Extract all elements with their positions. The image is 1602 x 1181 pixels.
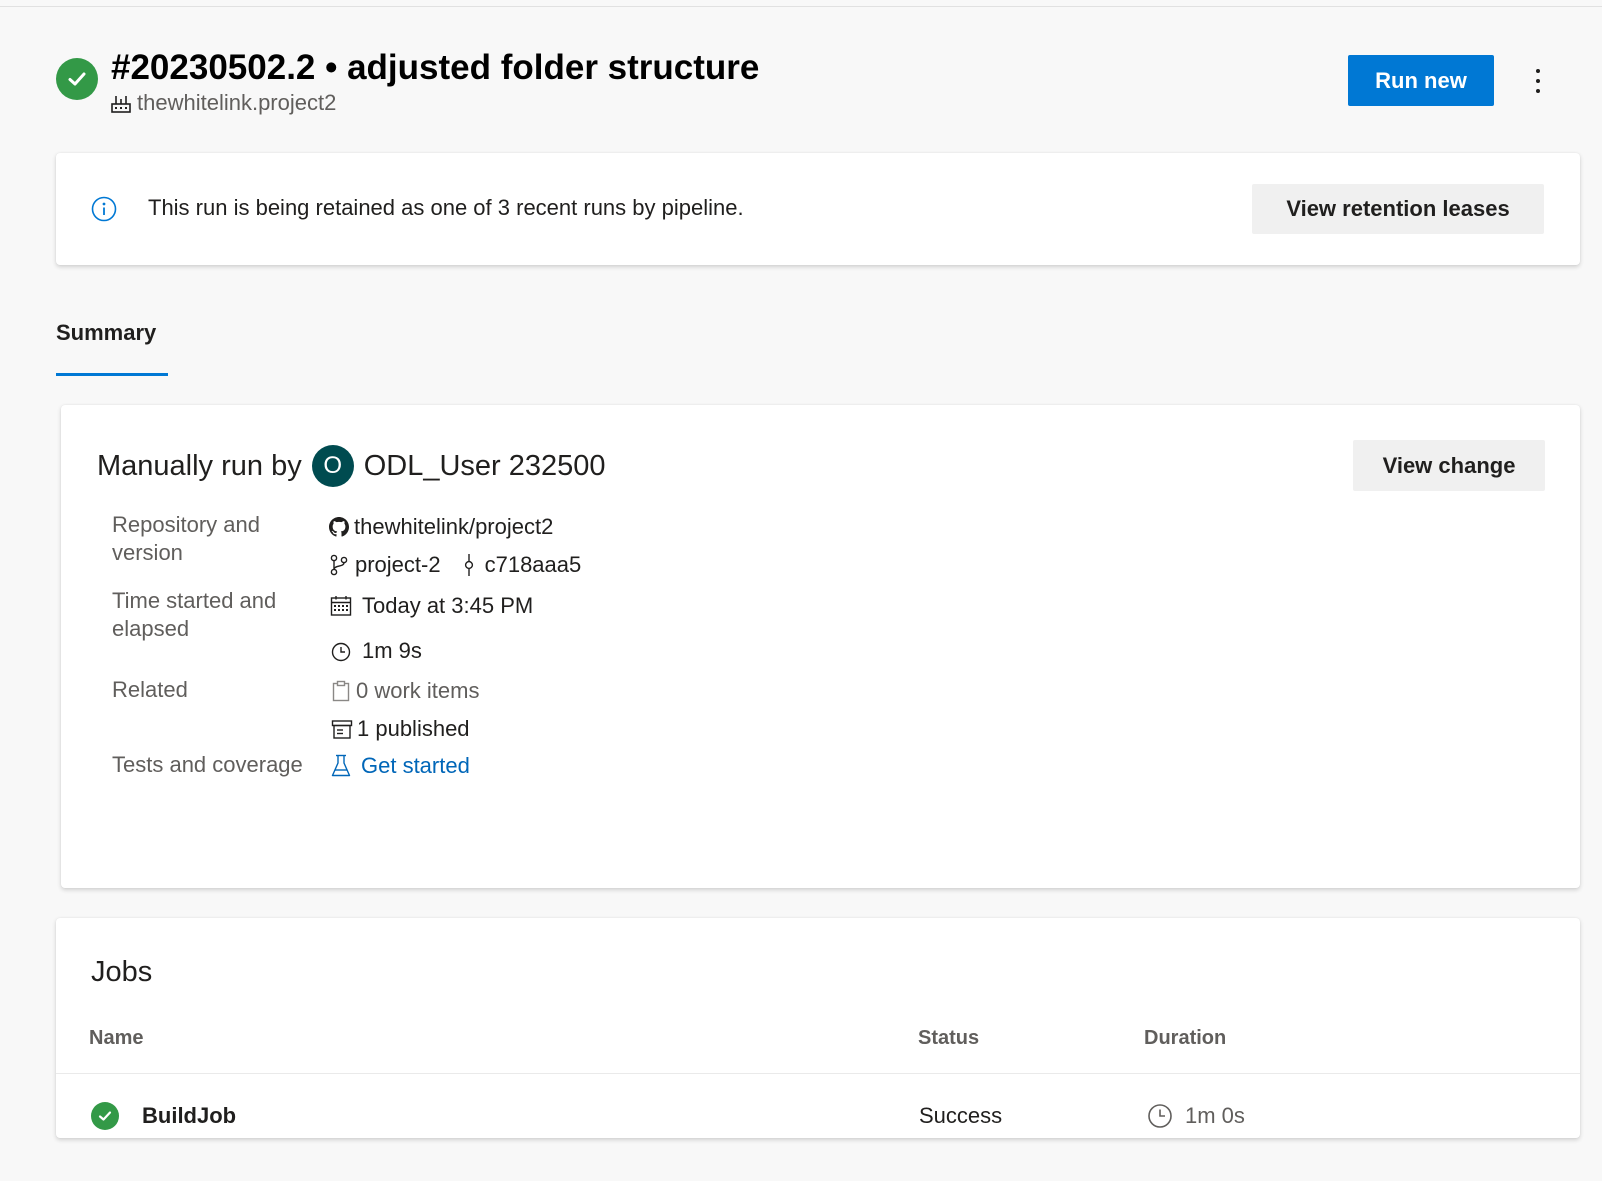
run-success-icon xyxy=(56,58,98,100)
pipeline-icon xyxy=(111,96,131,113)
repo-label: Repository and version xyxy=(112,512,260,565)
job-status: Success xyxy=(919,1103,1003,1128)
more-actions-icon[interactable] xyxy=(1528,62,1548,100)
job-duration-cell: 1m 0s xyxy=(1147,1101,1245,1131)
run-new-button[interactable]: Run new xyxy=(1348,55,1494,106)
view-retention-leases-button[interactable]: View retention leases xyxy=(1252,184,1544,234)
column-header-status: Status xyxy=(918,1027,980,1049)
start-time-line: Today at 3:45 PM xyxy=(330,591,533,621)
job-duration: 1m 0s xyxy=(1185,1103,1245,1128)
clock-icon xyxy=(1148,1104,1172,1128)
retention-banner: This run is being retained as one of 3 r… xyxy=(56,153,1580,265)
published-line[interactable]: 1 published xyxy=(331,714,470,744)
get-started-link[interactable]: Get started xyxy=(361,753,470,779)
run-title: #20230502.2 • adjusted folder structure xyxy=(111,48,760,87)
work-items-count: 0 work items xyxy=(356,678,480,703)
elapsed-time: 1m 9s xyxy=(362,638,422,663)
elapsed-line: 1m 9s xyxy=(330,636,422,666)
version-line: project-2 c718aaa5 xyxy=(329,550,581,580)
run-by-prefix: Manually run by xyxy=(97,449,302,482)
user-name: ODL_User 232500 xyxy=(363,449,606,482)
commit-id[interactable]: c718aaa5 xyxy=(485,552,582,578)
info-icon xyxy=(91,196,117,222)
repo-name[interactable]: thewhitelink/project2 xyxy=(354,514,553,540)
time-label: Time started and elapsed xyxy=(112,588,277,641)
calendar-icon xyxy=(330,596,352,616)
published-artifacts[interactable]: 1 published xyxy=(357,716,470,742)
avatar: O xyxy=(311,445,354,487)
job-success-icon xyxy=(91,1102,119,1130)
work-items-line: 0 work items xyxy=(331,676,479,706)
tests-line[interactable]: Get started xyxy=(331,751,470,781)
start-time: Today at 3:45 PM xyxy=(362,593,534,618)
column-header-duration: Duration xyxy=(1144,1027,1227,1049)
row-divider xyxy=(56,1073,1580,1074)
pipeline-name[interactable]: thewhitelink.project2 xyxy=(137,90,336,116)
flask-icon xyxy=(331,754,351,777)
commit-icon xyxy=(464,554,473,576)
jobs-card: Jobs Name Status Duration BuildJob Succe… xyxy=(56,918,1580,1138)
view-change-button[interactable]: View change xyxy=(1353,440,1545,491)
run-by-line: Manually run by O ODL_User 232500 xyxy=(97,443,606,489)
tab-summary[interactable]: Summary xyxy=(56,318,156,348)
clock-icon xyxy=(331,642,351,662)
clipboard-icon xyxy=(332,680,350,702)
summary-card: Manually run by O ODL_User 232500 View c… xyxy=(61,405,1580,888)
pipeline-link[interactable]: thewhitelink.project2 xyxy=(111,90,336,116)
repo-link[interactable]: thewhitelink/project2 xyxy=(329,512,553,542)
tab-selected-indicator xyxy=(56,373,168,376)
related-label: Related xyxy=(112,677,188,702)
retention-text: This run is being retained as one of 3 r… xyxy=(148,195,744,220)
jobs-title: Jobs xyxy=(91,956,153,988)
artifact-icon xyxy=(331,720,353,739)
tests-label: Tests and coverage xyxy=(112,752,303,777)
column-header-name: Name xyxy=(89,1027,144,1049)
branch-name[interactable]: project-2 xyxy=(355,552,441,578)
top-divider xyxy=(0,6,1602,7)
github-icon xyxy=(329,517,349,537)
branch-icon xyxy=(330,554,348,576)
job-name[interactable]: BuildJob xyxy=(142,1101,236,1131)
